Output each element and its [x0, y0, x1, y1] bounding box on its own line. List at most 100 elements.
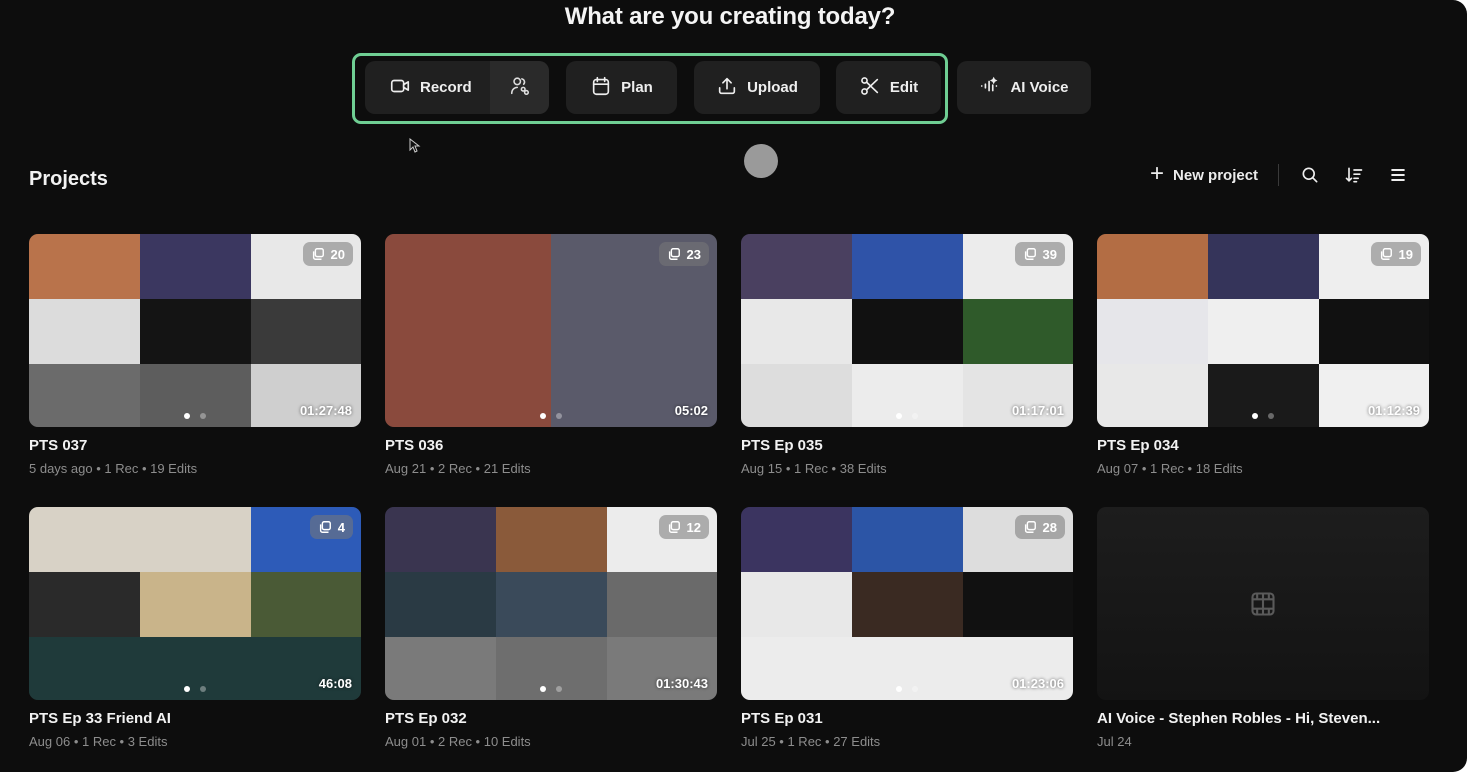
thumbnail-tile: [607, 572, 717, 637]
thumbnail-tile: [29, 637, 140, 700]
carousel-dots[interactable]: [1252, 413, 1274, 419]
thumbnail-tile: [140, 299, 251, 364]
carousel-dots[interactable]: [540, 686, 562, 692]
carousel-dot[interactable]: [912, 413, 918, 419]
edit-label: Edit: [889, 79, 919, 96]
project-meta: Jul 25 • 1 Rec • 27 Edits: [741, 734, 881, 749]
thumbnail-tile: [963, 572, 1073, 637]
clip-count: 39: [1042, 246, 1057, 262]
thumbnail-tile: [29, 299, 140, 364]
carousel-dot[interactable]: [912, 686, 918, 692]
upload-button[interactable]: Upload: [694, 61, 820, 114]
record-label: Record: [420, 79, 472, 96]
record-with-guest-button[interactable]: [490, 61, 549, 114]
carousel-dot[interactable]: [896, 686, 902, 692]
carousel-dot[interactable]: [540, 413, 546, 419]
carousel-dots[interactable]: [896, 413, 918, 419]
duration-label: 01:27:48: [299, 403, 352, 418]
new-project-label: New project: [1173, 166, 1259, 184]
project-meta: Aug 07 • 1 Rec • 18 Edits: [1097, 461, 1243, 476]
plan-button[interactable]: Plan: [566, 61, 677, 114]
carousel-dot[interactable]: [540, 686, 546, 692]
thumbnail-tile: [1319, 299, 1429, 364]
carousel-dot[interactable]: [896, 413, 902, 419]
project-title[interactable]: PTS Ep 031: [741, 710, 1073, 727]
sort-icon: [1345, 167, 1363, 183]
duration-label: 01:17:01: [1011, 403, 1064, 418]
carousel-dot[interactable]: [556, 413, 562, 419]
thumbnail-tile: [29, 364, 140, 427]
carousel-dot[interactable]: [200, 413, 206, 419]
project-card[interactable]: 12 01:30:43 PTS Ep 032 Aug 01 • 2 Rec • 10 …: [385, 507, 717, 749]
clip-count: 4: [337, 519, 345, 535]
carousel-dots[interactable]: [896, 686, 918, 692]
carousel-dot[interactable]: [1268, 413, 1274, 419]
new-project-button[interactable]: + New project: [1150, 162, 1259, 186]
carousel-dots[interactable]: [540, 413, 562, 419]
carousel-dot[interactable]: [184, 686, 190, 692]
ai-voice-label: AI Voice: [1010, 79, 1069, 96]
film-icon: [1251, 591, 1275, 616]
project-card[interactable]: 28 01:23:06 PTS Ep 031 Jul 25 • 1 Rec • 27 …: [741, 507, 1073, 749]
project-thumbnail[interactable]: 20 01:27:48: [29, 234, 361, 427]
project-title[interactable]: PTS Ep 032: [385, 710, 717, 727]
stack-icon: [668, 521, 680, 533]
stack-icon: [1024, 521, 1036, 533]
thumbnail-tile: [741, 364, 852, 427]
thumbnail-tile: [29, 507, 140, 572]
project-card[interactable]: 19 01:12:39 PTS Ep 034 Aug 07 • 1 Rec • 18 …: [1097, 234, 1429, 476]
ai-voice-button[interactable]: AI Voice: [957, 61, 1091, 114]
thumbnail-tile: [385, 637, 496, 700]
carousel-dot[interactable]: [1252, 413, 1258, 419]
upload-label: Upload: [747, 79, 798, 96]
project-thumbnail[interactable]: 4 46:08: [29, 507, 361, 700]
project-card[interactable]: 20 01:27:48 PTS 037 5 days ago • 1 Rec • 19…: [29, 234, 361, 476]
clip-count: 19: [1398, 246, 1413, 262]
thumbnail-tile: [385, 234, 551, 427]
clip-count-badge: 39: [1014, 242, 1065, 266]
project-title[interactable]: AI Voice - Stephen Robles - Hi, Steven..…: [1097, 710, 1429, 727]
projects-toolbar: + New project: [1150, 160, 1431, 190]
carousel-dots[interactable]: [184, 686, 206, 692]
project-thumbnail[interactable]: 19 01:12:39: [1097, 234, 1429, 427]
project-title[interactable]: PTS Ep 035: [741, 437, 1073, 454]
clip-count: 12: [686, 519, 701, 535]
project-title[interactable]: PTS 036: [385, 437, 717, 454]
clip-count-badge: 23: [658, 242, 709, 266]
thumbnail-tile: [741, 637, 852, 700]
project-card[interactable]: 4 46:08 PTS Ep 33 Friend AI Aug 06 • 1 Rec …: [29, 507, 361, 749]
carousel-dot[interactable]: [200, 686, 206, 692]
record-button[interactable]: Record: [365, 61, 549, 114]
carousel-dot[interactable]: [184, 413, 190, 419]
ai-waveform-icon: [979, 75, 1001, 101]
thumbnail-tile: [251, 299, 361, 364]
carousel-dot[interactable]: [556, 686, 562, 692]
project-meta: Aug 06 • 1 Rec • 3 Edits: [29, 734, 168, 749]
edit-button[interactable]: Edit: [836, 61, 941, 114]
clip-count-badge: 12: [658, 515, 709, 539]
project-thumbnail[interactable]: 28 01:23:06: [741, 507, 1073, 700]
project-title[interactable]: PTS 037: [29, 437, 361, 454]
stack-icon: [319, 521, 331, 533]
project-meta: Jul 24: [1097, 734, 1132, 749]
upload-icon: [716, 75, 738, 101]
touch-indicator: [744, 144, 778, 178]
project-thumbnail[interactable]: 39 01:17:01: [741, 234, 1073, 427]
sort-button[interactable]: [1343, 164, 1365, 186]
project-thumbnail[interactable]: 12 01:30:43: [385, 507, 717, 700]
project-card[interactable]: AI Voice - Stephen Robles - Hi, Steven..…: [1097, 507, 1429, 749]
carousel-dots[interactable]: [184, 413, 206, 419]
project-title[interactable]: PTS Ep 034: [1097, 437, 1429, 454]
search-button[interactable]: [1299, 164, 1321, 186]
project-meta: Aug 21 • 2 Rec • 21 Edits: [385, 461, 531, 476]
stack-icon: [1380, 248, 1392, 260]
project-thumbnail[interactable]: [1097, 507, 1429, 700]
project-card[interactable]: 39 01:17:01 PTS Ep 035 Aug 15 • 1 Rec • 38 …: [741, 234, 1073, 476]
list-view-button[interactable]: [1387, 164, 1409, 186]
project-title[interactable]: PTS Ep 33 Friend AI: [29, 710, 361, 727]
search-icon: [1302, 167, 1318, 183]
scissors-icon: [859, 75, 881, 101]
thumbnail-tile: [852, 572, 963, 637]
project-card[interactable]: 23 05:02 PTS 036 Aug 21 • 2 Rec • 21 Edits: [385, 234, 717, 476]
project-thumbnail[interactable]: 23 05:02: [385, 234, 717, 427]
